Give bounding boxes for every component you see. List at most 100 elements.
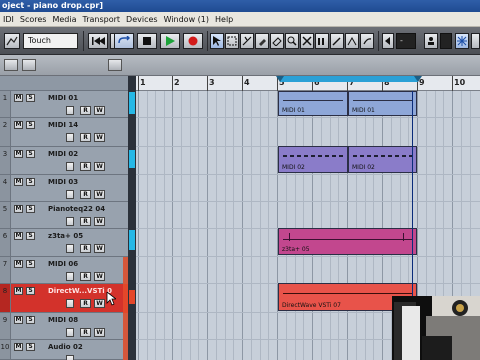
- menu-transport[interactable]: Transport: [80, 15, 124, 24]
- mute-button[interactable]: M: [14, 121, 23, 129]
- menu-media[interactable]: Media: [49, 15, 79, 24]
- solo-button[interactable]: S: [26, 150, 35, 158]
- write-button[interactable]: W: [94, 244, 105, 253]
- mute-button[interactable]: M: [14, 287, 23, 295]
- solo-button[interactable]: S: [26, 205, 35, 213]
- write-button[interactable]: W: [94, 106, 105, 115]
- read-button[interactable]: R: [80, 299, 91, 308]
- glue-icon[interactable]: [255, 33, 269, 49]
- edit-button[interactable]: [66, 162, 74, 171]
- track-name[interactable]: DirectW...VSTi 0: [48, 287, 112, 295]
- read-button[interactable]: R: [80, 190, 91, 199]
- track-row-5[interactable]: 5 M S Pianoteq22 04 R W: [0, 202, 128, 229]
- rewind-to-start-button[interactable]: [88, 33, 108, 49]
- strip-button-3[interactable]: [108, 59, 122, 71]
- track-name[interactable]: Audio 02: [48, 343, 112, 351]
- automation-icon[interactable]: [4, 33, 20, 49]
- line-icon[interactable]: [330, 33, 344, 49]
- edit-button[interactable]: [66, 133, 74, 142]
- edit-button[interactable]: [66, 355, 74, 360]
- cycle-button[interactable]: [114, 33, 134, 49]
- solo-button[interactable]: S: [26, 260, 35, 268]
- edit-button[interactable]: [66, 328, 74, 337]
- write-button[interactable]: W: [94, 272, 105, 281]
- more-icon[interactable]: [471, 33, 480, 49]
- snap-icon[interactable]: [424, 33, 438, 49]
- read-button[interactable]: R: [80, 244, 91, 253]
- midi-part[interactable]: MIDI 01: [278, 91, 348, 116]
- mute-button[interactable]: M: [14, 316, 23, 324]
- track-name[interactable]: MIDI 02: [48, 150, 112, 158]
- write-button[interactable]: W: [94, 162, 105, 171]
- track-name[interactable]: MIDI 08: [48, 316, 112, 324]
- midi-part[interactable]: MIDI 02: [348, 146, 417, 173]
- menu-scores[interactable]: Scores: [17, 15, 50, 24]
- midi-part[interactable]: z3ta+ 05: [278, 228, 417, 255]
- right-locator[interactable]: [414, 76, 422, 82]
- solo-button[interactable]: S: [26, 343, 35, 351]
- mute-button[interactable]: M: [14, 343, 23, 351]
- read-button[interactable]: R: [80, 328, 91, 337]
- solo-button[interactable]: S: [26, 121, 35, 129]
- track-row-9[interactable]: 9 M S MIDI 08 R W: [0, 313, 128, 340]
- menu-devices[interactable]: Devices: [123, 15, 161, 24]
- write-button[interactable]: W: [94, 328, 105, 337]
- read-button[interactable]: R: [80, 217, 91, 226]
- record-button[interactable]: [183, 33, 203, 49]
- mute-button[interactable]: M: [14, 94, 23, 102]
- drumstick-icon[interactable]: [360, 33, 374, 49]
- track-name[interactable]: z3ta+ 05: [48, 232, 112, 240]
- solo-button[interactable]: S: [26, 287, 35, 295]
- play-button[interactable]: [160, 33, 180, 49]
- track-name[interactable]: MIDI 06: [48, 260, 112, 268]
- mute-button[interactable]: M: [14, 232, 23, 240]
- strip-button-1[interactable]: [4, 59, 18, 71]
- track-row-2[interactable]: 2 M S MIDI 14 R W: [0, 118, 128, 147]
- track-row-3[interactable]: 3 M S MIDI 02 R W: [0, 147, 128, 175]
- range-icon[interactable]: [225, 33, 239, 49]
- menu-help[interactable]: Help: [212, 15, 236, 24]
- nudge-field[interactable]: -: [396, 33, 416, 49]
- write-button[interactable]: W: [94, 299, 105, 308]
- mute-button[interactable]: M: [14, 178, 23, 186]
- solo-button[interactable]: S: [26, 94, 35, 102]
- pointer-icon[interactable]: [210, 33, 224, 49]
- edit-button[interactable]: [66, 190, 74, 199]
- left-locator[interactable]: [276, 76, 284, 82]
- read-button[interactable]: R: [80, 272, 91, 281]
- mute-button[interactable]: M: [14, 205, 23, 213]
- track-row-8[interactable]: 8 M S DirectW...VSTi 0 R W: [0, 284, 128, 313]
- stop-button[interactable]: [137, 33, 157, 49]
- play-tool-icon[interactable]: [345, 33, 359, 49]
- edit-button[interactable]: [66, 299, 74, 308]
- write-button[interactable]: W: [94, 133, 105, 142]
- track-name[interactable]: MIDI 14: [48, 121, 112, 129]
- mute-icon[interactable]: [300, 33, 314, 49]
- split-icon[interactable]: [240, 33, 254, 49]
- mute-button[interactable]: M: [14, 260, 23, 268]
- write-button[interactable]: W: [94, 190, 105, 199]
- automation-mode-select[interactable]: Touch: [23, 33, 78, 49]
- track-row-10[interactable]: 10 M S Audio 02: [0, 340, 128, 360]
- edit-button[interactable]: [66, 272, 74, 281]
- solo-button[interactable]: S: [26, 232, 35, 240]
- cycle-range[interactable]: [280, 76, 418, 82]
- quantize-icon[interactable]: [455, 33, 469, 49]
- track-row-6[interactable]: 6 M S z3ta+ 05 R W: [0, 229, 128, 257]
- write-button[interactable]: W: [94, 217, 105, 226]
- menu-window[interactable]: Window (1): [161, 15, 212, 24]
- midi-part[interactable]: MIDI 02: [278, 146, 348, 173]
- track-name[interactable]: MIDI 03: [48, 178, 112, 186]
- strip-button-2[interactable]: [22, 59, 36, 71]
- read-button[interactable]: R: [80, 133, 91, 142]
- mute-button[interactable]: M: [14, 150, 23, 158]
- read-button[interactable]: R: [80, 106, 91, 115]
- track-name[interactable]: MIDI 01: [48, 94, 112, 102]
- midi-part[interactable]: MIDI 01: [348, 91, 417, 116]
- menu-midi[interactable]: IDI: [0, 15, 17, 24]
- solo-button[interactable]: S: [26, 178, 35, 186]
- edit-button[interactable]: [66, 106, 74, 115]
- read-button[interactable]: R: [80, 162, 91, 171]
- track-name[interactable]: Pianoteq22 04: [48, 205, 112, 213]
- track-row-4[interactable]: 4 M S MIDI 03 R W: [0, 175, 128, 202]
